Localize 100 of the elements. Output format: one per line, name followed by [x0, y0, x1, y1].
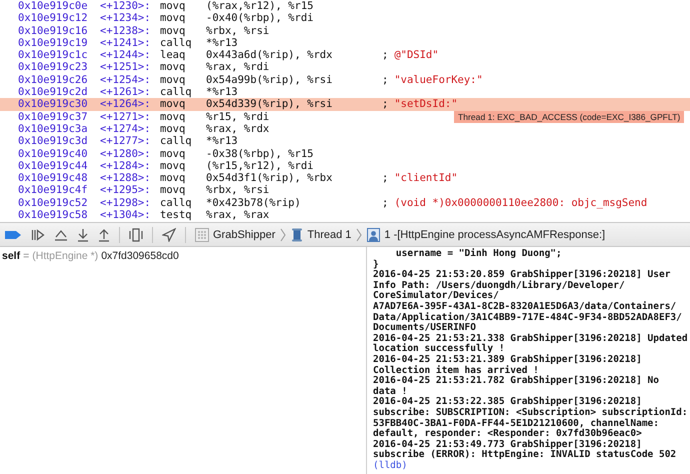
console-line: A7AD7E6A-395F-43A1-8C2B-8320A1E5D6A3/data/Containers/: [373, 302, 676, 312]
view-hierarchy-icon[interactable]: [129, 228, 143, 242]
variable-type: (HttpEngine *): [32, 250, 98, 262]
instruction-mnemonic: movq: [160, 0, 186, 12]
instruction-address: 0x10e919c58: [18, 209, 89, 222]
instruction-offset: <+1274>:: [100, 122, 152, 136]
instruction-offset: <+1298>:: [100, 196, 152, 210]
instruction-offset: <+1280>:: [100, 148, 152, 160]
location-arrow-icon[interactable]: [162, 228, 176, 242]
step-over-icon[interactable]: [54, 228, 68, 240]
console-line: subscribe (ERROR): HttpEngine: INVALID statusCode 502: [373, 450, 676, 460]
instruction-offset: <+1284>:: [100, 160, 152, 172]
instruction-mnemonic: movq: [160, 110, 186, 123]
console-line: Documents/USERINFO: [373, 323, 476, 334]
app-grid-icon: [195, 228, 209, 242]
step-into-icon[interactable]: [77, 228, 89, 242]
instruction-offset: <+1304>:: [100, 209, 152, 222]
instruction-address: 0x10e919c3a: [18, 122, 89, 136]
instruction-mnemonic: movq: [160, 74, 186, 86]
instruction-operands: *%r13: [206, 36, 239, 50]
variable-name: self: [2, 250, 20, 262]
instruction-operands: 0x54d339(%rip), %rsi: [206, 98, 334, 111]
instruction-address: 0x10e919c4f: [18, 184, 89, 197]
instruction-address: 0x10e919c23: [18, 61, 89, 74]
console-line: 2016-04-25 21:53:20.859 GrabShipper[3196:20218] User: [373, 270, 670, 280]
instruction-address: 0x10e919c3d: [18, 135, 89, 148]
instruction-address: 0x10e919c37: [18, 110, 89, 123]
instruction-mnemonic: leaq: [160, 49, 186, 62]
console-line: 2016-04-25 21:53:21.782 GrabShipper[3196:20218] No: [373, 376, 659, 386]
instruction-operands: 0x443a6d(%rip), %rdx: [206, 49, 334, 62]
console-line: 2016-04-25 21:53:22.385 GrabShipper[3196:20218]: [373, 397, 642, 408]
person-frame-icon: [367, 228, 380, 242]
instruction-offset: <+1238>:: [100, 24, 152, 37]
instruction-operands: *0x423b78(%rip): [206, 196, 302, 210]
instruction-offset: <+1254>:: [100, 74, 152, 86]
console-line: Data/Application/3A1C4BB9-717E-484C-9F34-8BD52ADA8EF3/: [373, 312, 682, 323]
instruction-operands: -0x40(%rbp), %rdi: [206, 12, 314, 25]
instruction-offset: <+1251>:: [100, 61, 152, 74]
instruction-operands: *%r13: [206, 86, 239, 98]
instruction-address: 0x10e919c12: [18, 12, 89, 25]
comment-marker: ;: [382, 74, 388, 86]
spool-icon: [291, 228, 304, 242]
instruction-mnemonic: movq: [160, 98, 186, 111]
continue-icon[interactable]: [31, 228, 45, 240]
comment-marker: ;: [382, 172, 388, 184]
instruction-address: 0x10e919c0e: [18, 0, 89, 12]
instruction-offset: <+1230>:: [100, 0, 152, 12]
instruction-mnemonic: movq: [160, 122, 186, 136]
instruction-address: 0x10e919c48: [18, 172, 89, 184]
instruction-operands: 0x54a99b(%rip), %rsi: [206, 74, 334, 86]
variable-value: 0x7fd309658cd0: [101, 250, 179, 262]
instruction-mnemonic: movq: [160, 172, 186, 184]
instruction-offset: <+1264>:: [100, 98, 152, 111]
instruction-operands: %rax, %rax: [206, 209, 270, 222]
instruction-mnemonic: callq: [160, 135, 193, 148]
instruction-offset: <+1271>:: [100, 110, 152, 123]
instruction-operands: %r15, %rdi: [206, 110, 270, 123]
instruction-mnemonic: movq: [160, 24, 186, 37]
instruction-offset: <+1288>:: [100, 172, 152, 184]
instruction-address: 0x10e919c19: [18, 36, 89, 50]
instruction-operands: *%r13: [206, 135, 239, 148]
instruction-address: 0x10e919c40: [18, 148, 89, 160]
console-line: 2016-04-25 21:53:49.773 GrabShipper[3196:20218]: [373, 440, 642, 450]
instruction-operands: %rax, %rdi: [206, 61, 270, 74]
instruction-offset: <+1244>:: [100, 49, 152, 62]
variable-separator: =: [23, 250, 30, 262]
instruction-offset: <+1277>:: [100, 135, 152, 148]
console-line: Info Path: /Users/duongdh/Library/Developer/: [373, 280, 625, 291]
instruction-mnemonic: callq: [160, 36, 193, 50]
console-line: 2016-04-25 21:53:21.389 GrabShipper[3196:20218]: [373, 354, 642, 365]
comment-marker: ;: [382, 49, 388, 62]
instruction-operands: -0x38(%rbp), %r15: [206, 148, 314, 160]
instruction-operands: %rbx, %rsi: [206, 24, 270, 37]
breadcrumb-item[interactable]: Thread 1: [291, 228, 352, 242]
instruction-mnemonic: movq: [160, 160, 186, 172]
instruction-address: 0x10e919c1c: [18, 49, 89, 62]
breadcrumb-item[interactable]: 1 -[HttpEngine processAsyncAMFResponse:]: [367, 228, 606, 242]
instruction-operands: (%r15,%r12), %rdi: [206, 160, 314, 172]
instruction-address: 0x10e919c44: [18, 160, 89, 172]
instruction-comment: "clientId": [394, 172, 458, 184]
instruction-offset: <+1234>:: [100, 12, 152, 25]
step-out-icon[interactable]: [98, 228, 110, 242]
instruction-mnemonic: testq: [160, 209, 193, 222]
instruction-offset: <+1295>:: [100, 184, 152, 197]
instruction-comment: (void *)0x0000000110ee2800: objc_msgSend: [394, 196, 648, 210]
comment-marker: ;: [382, 98, 388, 111]
breadcrumb-item[interactable]: GrabShipper: [195, 228, 276, 242]
console-line: default, responder: <Responder: 0x7fd30b96eac0>: [373, 429, 642, 440]
instruction-mnemonic: movq: [160, 61, 186, 74]
chevron-icon: [280, 228, 286, 242]
console-line: username = "Dinh Hong Duong";: [394, 249, 562, 260]
console-line: data !: [373, 386, 408, 397]
breakpoints-toggle-icon[interactable]: [4, 230, 22, 240]
instruction-operands: %rbx, %rsi: [206, 184, 270, 197]
instruction-mnemonic: movq: [160, 12, 186, 25]
instruction-operands: 0x54d3f1(%rip), %rbx: [206, 172, 334, 184]
crash-message-badge: Thread 1: EXC_BAD_ACCESS (code=EXC_I386_GPFLT): [454, 110, 684, 123]
console-prompt: (lldb): [373, 460, 408, 472]
instruction-mnemonic: movq: [160, 184, 186, 197]
console-line: }: [373, 260, 379, 270]
